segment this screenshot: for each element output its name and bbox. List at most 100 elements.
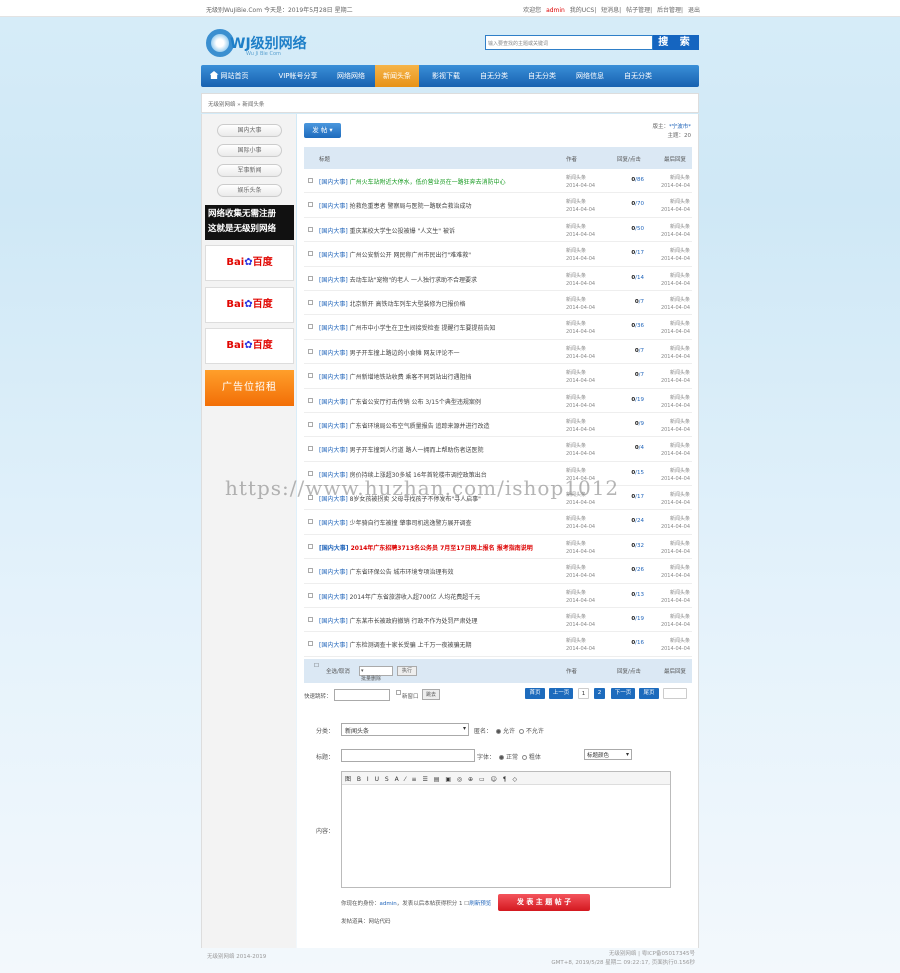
submit-post-button[interactable]: 发 表 主 题 帖 子 bbox=[498, 894, 590, 911]
anon-deny-radio[interactable] bbox=[518, 729, 524, 734]
topic-last-reply[interactable]: 新闻头条 2014-04-04 bbox=[652, 223, 690, 239]
anon-allow-radio[interactable] bbox=[495, 729, 501, 734]
baidu-banner-1[interactable]: Bai✿百度 bbox=[205, 245, 294, 281]
table-row[interactable]: [国内大事] 重庆某校大学生公投被爆 "人文生" 被诉 新闻头条 2014-04-… bbox=[304, 218, 692, 243]
row-checkbox[interactable] bbox=[308, 178, 313, 183]
nav-video[interactable]: 影视下载 bbox=[423, 65, 469, 87]
table-row[interactable]: [国内大事] 广东省环境局公布空气质量报告 追踪来源并进行改造 新闻头条 2014… bbox=[304, 413, 692, 438]
row-checkbox[interactable] bbox=[308, 299, 313, 305]
page-first[interactable]: 首页 bbox=[525, 688, 545, 699]
search-button[interactable]: 搜 索 bbox=[653, 35, 699, 50]
topic-last-reply[interactable]: 新闻头条 2014-04-04 bbox=[652, 320, 690, 336]
row-checkbox[interactable] bbox=[308, 202, 313, 208]
topic-last-reply[interactable]: 新闻头条 2014-04-04 bbox=[652, 540, 690, 556]
row-checkbox[interactable] bbox=[308, 617, 313, 623]
topic-category[interactable]: [国内大事] bbox=[319, 374, 348, 381]
author-name[interactable]: 新闻头条 bbox=[566, 613, 595, 621]
author-name[interactable]: 新闻头条 bbox=[566, 491, 595, 499]
nav-cat-2[interactable]: 自无分类 bbox=[519, 65, 565, 87]
nav-info[interactable]: 网络信息 bbox=[567, 65, 613, 87]
author-name[interactable]: 新闻头条 bbox=[566, 418, 595, 426]
topic-title[interactable]: [国内大事] 8岁女孩被拐卖 父母寻找孩子不停发布"寻人启事" bbox=[319, 494, 481, 503]
author-name[interactable]: 新闻头条 bbox=[566, 296, 595, 304]
table-row[interactable]: [国内大事] 广东省公安厅打击传销 公布 3/15个典型违规案例 新闻头条 201… bbox=[304, 389, 692, 413]
font-bold-radio[interactable] bbox=[521, 755, 527, 760]
batch-select[interactable]: 批量删除 ▾ bbox=[359, 666, 393, 682]
row-checkbox[interactable] bbox=[308, 470, 313, 476]
row-checkbox[interactable] bbox=[308, 446, 313, 452]
topic-title[interactable]: [国内大事] 广州市中小学生在卫生间接受检查 提醒行车要提前告知 bbox=[319, 323, 496, 332]
page-next[interactable]: 下一页 bbox=[611, 688, 635, 699]
topic-text[interactable]: 2014年广东招聘3713名公务员 7月至17日网上报名 报考指南说明 bbox=[351, 545, 533, 552]
topic-category[interactable]: [国内大事] bbox=[319, 277, 348, 284]
table-row[interactable]: [国内大事] 广东某市长被政府撤销 行政不作为处罚严肃处理 新闻头条 2014-0… bbox=[304, 608, 692, 633]
topic-last-reply[interactable]: 新闻头条 2014-04-04 bbox=[652, 589, 690, 605]
table-row[interactable]: [国内大事] 广东检测调查十家长受骗 上千万一夜被骗无期 新闻头条 2014-04… bbox=[304, 632, 692, 657]
last-by[interactable]: 新闻头条 bbox=[652, 637, 690, 645]
topic-text[interactable]: 男子开车撞上路边的小食摊 网友评论不一 bbox=[350, 350, 460, 357]
topic-text[interactable]: 广东省环保公告 城市环境专项治理有效 bbox=[350, 569, 454, 576]
batch-go-button[interactable]: 执行 bbox=[397, 666, 417, 676]
topic-author[interactable]: 新闻头条 2014-04-04 bbox=[566, 394, 595, 410]
table-row[interactable]: [国内大事] 去动车站"宠物"的老人 一人独行求助不合理要求 新闻头条 2014-… bbox=[304, 267, 692, 291]
select-all-label[interactable]: 全选/取消 bbox=[326, 667, 350, 675]
sidebar-item-domestic[interactable]: 国内大事 bbox=[217, 124, 282, 137]
last-by[interactable]: 新闻头条 bbox=[652, 223, 690, 231]
nav-home[interactable]: 网站首页 bbox=[201, 65, 257, 87]
row-checkbox[interactable] bbox=[308, 373, 313, 379]
username-link[interactable]: admin bbox=[546, 7, 565, 14]
editor-toolbar[interactable]: 图 B I U S A ⁄ ≡ ☰ ▤ ▣ ◎ ⊕ ▭ ☺ ¶ ◇ bbox=[342, 772, 670, 785]
baidu-banner-3[interactable]: Bai✿百度 bbox=[205, 328, 294, 364]
row-checkbox[interactable] bbox=[308, 421, 313, 427]
topic-last-reply[interactable]: 新闻头条 2014-04-04 bbox=[652, 467, 690, 483]
topic-category[interactable]: [国内大事] bbox=[319, 594, 348, 601]
topic-author[interactable]: 新闻头条 2014-04-04 bbox=[566, 637, 595, 653]
topic-title[interactable]: [国内大事] 2014年广东省旅游收入超700亿 人均花费超千元 bbox=[319, 592, 480, 601]
topic-last-reply[interactable]: 新闻头条 2014-04-04 bbox=[652, 637, 690, 653]
author-name[interactable]: 新闻头条 bbox=[566, 320, 595, 328]
last-by[interactable]: 新闻头条 bbox=[652, 345, 690, 353]
topic-text[interactable]: 广州火车站附近大停水，低价营业员在一路狂奔去消防中心 bbox=[350, 179, 506, 186]
topic-text[interactable]: 去动车站"宠物"的老人 一人独行求助不合理要求 bbox=[350, 277, 477, 284]
topic-author[interactable]: 新闻头条 2014-04-04 bbox=[566, 589, 595, 605]
nav-vip[interactable]: VIP帐号分享 bbox=[267, 65, 329, 87]
page-last[interactable]: 尾页 bbox=[639, 688, 659, 699]
row-checkbox[interactable] bbox=[308, 251, 313, 257]
last-by[interactable]: 新闻头条 bbox=[652, 369, 690, 377]
nav-cat-3[interactable]: 自无分类 bbox=[615, 65, 661, 87]
topic-title[interactable]: [国内大事] 广东省环境局公布空气质量报告 追踪来源并进行改造 bbox=[319, 421, 490, 430]
topic-category[interactable]: [国内大事] bbox=[319, 545, 349, 552]
topic-text[interactable]: 广州市中小学生在卫生间接受检查 提醒行车要提前告知 bbox=[350, 325, 496, 332]
sidebar-item-entertainment[interactable]: 娱乐头条 bbox=[217, 184, 282, 197]
topic-category[interactable]: [国内大事] bbox=[319, 179, 348, 186]
last-by[interactable]: 新闻头条 bbox=[652, 442, 690, 450]
topic-text[interactable]: 广东某市长被政府撤销 行政不作为处罚严肃处理 bbox=[350, 618, 478, 625]
topic-category[interactable]: [国内大事] bbox=[319, 447, 348, 454]
topic-last-reply[interactable]: 新闻头条 2014-04-04 bbox=[652, 174, 690, 190]
row-checkbox[interactable] bbox=[308, 348, 313, 354]
topic-text[interactable]: 广东省环境局公布空气质量报告 追踪来源并进行改造 bbox=[350, 423, 490, 430]
title-color-select[interactable]: 标题颜色 ▾ bbox=[584, 749, 632, 760]
author-name[interactable]: 新闻头条 bbox=[566, 247, 595, 255]
page-1[interactable]: 1 bbox=[578, 688, 589, 699]
table-row[interactable]: [国内大事] 北京新开 高铁动车列车大型装修为已报价格 新闻头条 2014-04-… bbox=[304, 291, 692, 316]
author-name[interactable]: 新闻头条 bbox=[566, 442, 595, 450]
author-name[interactable]: 新闻头条 bbox=[566, 637, 595, 645]
category-select[interactable]: 新闻头条 ▾ bbox=[341, 723, 469, 736]
topic-title[interactable]: [国内大事] 广东省公安厅打击传销 公布 3/15个典型违规案例 bbox=[319, 397, 481, 406]
font-normal-radio[interactable] bbox=[498, 755, 504, 760]
last-by[interactable]: 新闻头条 bbox=[652, 198, 690, 206]
row-checkbox[interactable] bbox=[308, 226, 313, 232]
page-prev[interactable]: 上一页 bbox=[549, 688, 573, 699]
last-by[interactable]: 新闻头条 bbox=[652, 491, 690, 499]
author-name[interactable]: 新闻头条 bbox=[566, 589, 595, 597]
topic-category[interactable]: [国内大事] bbox=[319, 325, 348, 332]
last-by[interactable]: 新闻头条 bbox=[652, 467, 690, 475]
table-row[interactable]: [国内大事] 广州火车站附近大停水，低价营业员在一路狂奔去消防中心 新闻头条 20… bbox=[304, 169, 692, 194]
topic-author[interactable]: 新闻头条 2014-04-04 bbox=[566, 564, 595, 580]
jump-go-button[interactable]: 跳去 bbox=[422, 689, 440, 700]
last-by[interactable]: 新闻头条 bbox=[652, 174, 690, 182]
topic-category[interactable]: [国内大事] bbox=[319, 496, 348, 503]
topic-author[interactable]: 新闻头条 2014-04-04 bbox=[566, 418, 595, 434]
row-checkbox[interactable] bbox=[308, 324, 313, 330]
